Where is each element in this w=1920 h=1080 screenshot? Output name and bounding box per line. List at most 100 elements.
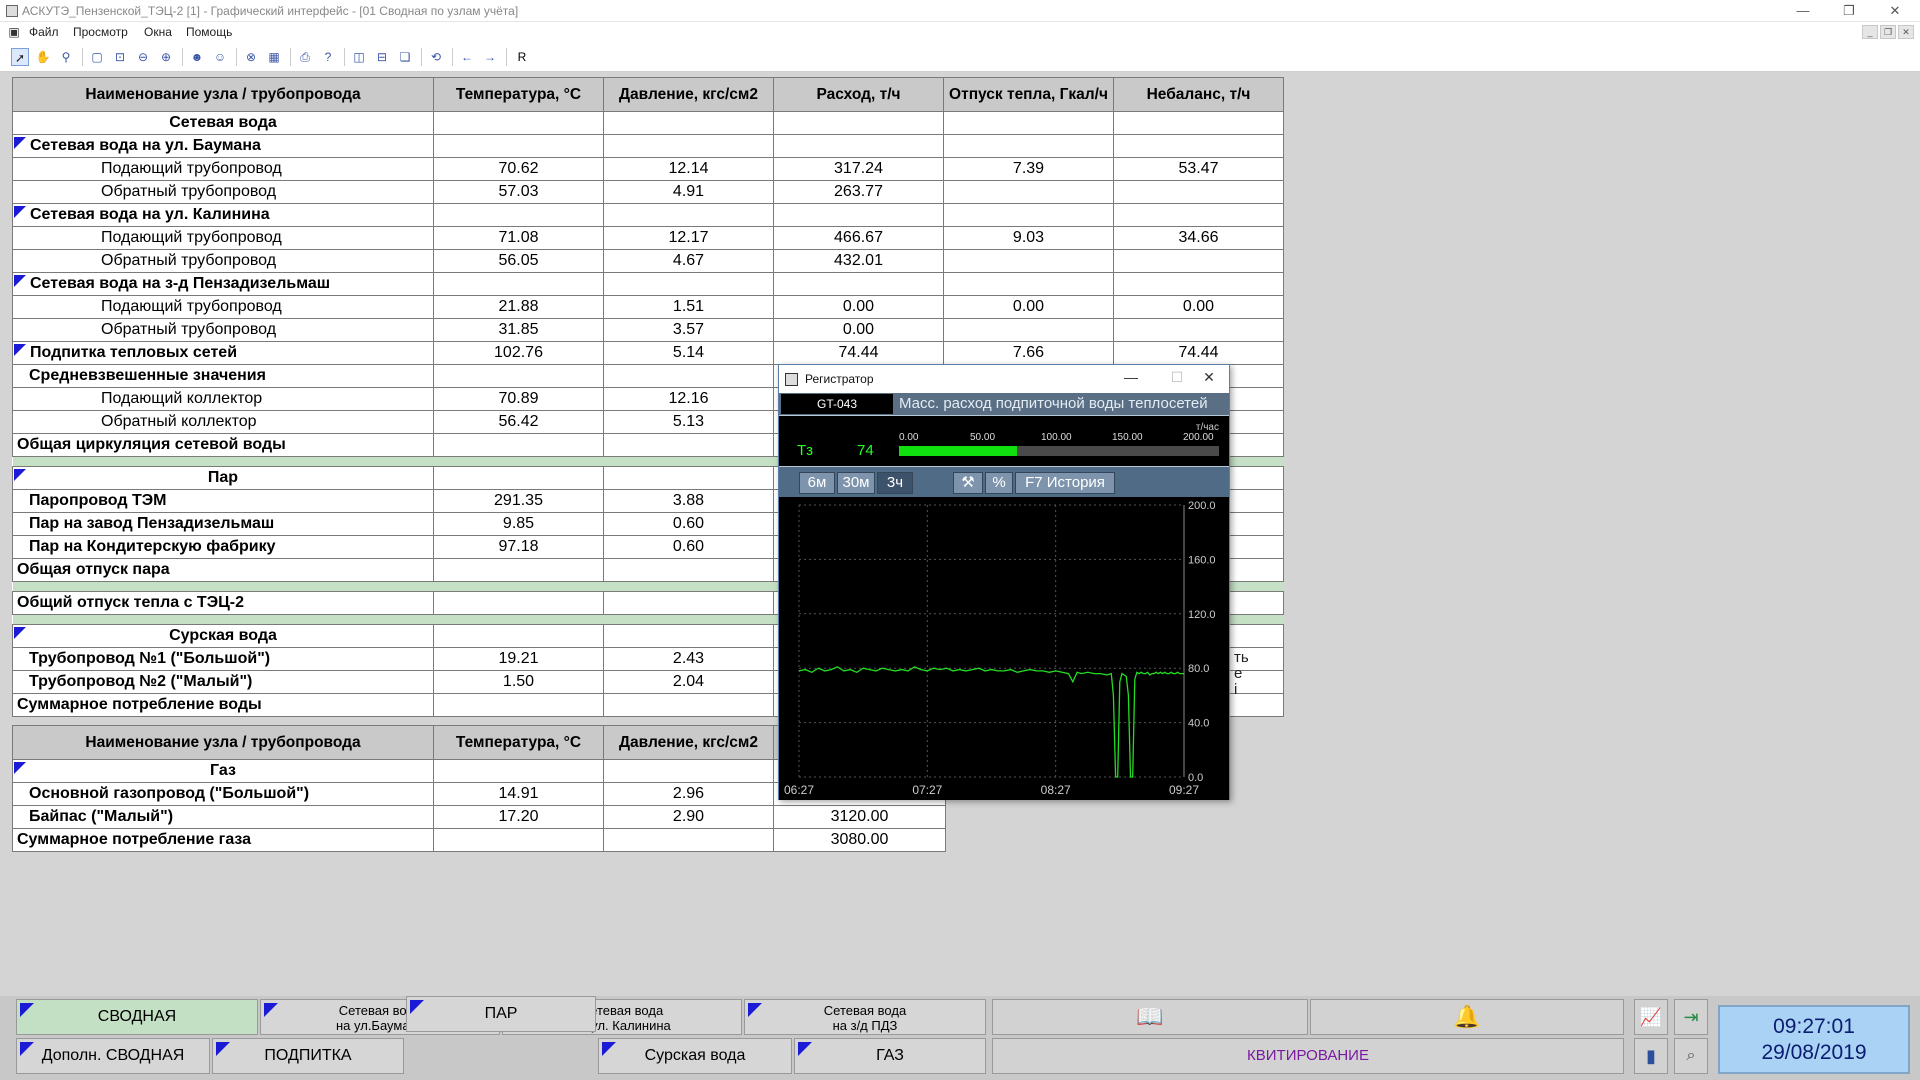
chart-icon: 📈 (1639, 1007, 1663, 1027)
user-tool-icon[interactable]: ☻ (188, 48, 206, 66)
nav-sura-button[interactable]: Сурская вода (598, 1038, 792, 1074)
trends-button[interactable]: 📈 (1634, 999, 1668, 1035)
restore-button[interactable]: ❐ (1826, 0, 1872, 22)
hand-tool-icon[interactable]: ✋ (34, 48, 52, 66)
y-tick-label: 120.0 (1188, 609, 1216, 621)
mdi-close-button[interactable]: ✕ (1898, 25, 1914, 39)
magnifier-icon[interactable]: ⚲ (57, 48, 75, 66)
users-tool-icon[interactable]: ☺ (211, 48, 229, 66)
y-tick-label: 80.0 (1188, 663, 1209, 675)
link-marker-icon (264, 1003, 278, 1017)
zoom-1to1-icon[interactable]: ▢ (88, 48, 106, 66)
window-titlebar: АСКУТЭ_Пензенской_ТЭЦ-2 [1] - Графически… (0, 0, 1920, 22)
search-button[interactable]: ⌕ (1674, 1038, 1708, 1074)
cascade-windows-icon[interactable]: ❏ (396, 48, 414, 66)
exit-button[interactable]: ⇥ (1674, 999, 1708, 1035)
link-marker-icon (216, 1042, 230, 1056)
minimize-button[interactable]: — (1780, 0, 1826, 22)
link-marker-icon (14, 206, 26, 218)
x-tick-label: 08:27 (1041, 783, 1071, 797)
menu-file[interactable]: Файл (29, 25, 59, 39)
group-label[interactable]: Подпитка тепловых сетей (12, 341, 434, 365)
acknowledge-button[interactable]: КВИТИРОВАНИЕ (992, 1038, 1624, 1074)
level-bar (899, 446, 1219, 456)
link-marker-icon (14, 344, 26, 356)
section-label[interactable]: Пар (12, 466, 434, 490)
current-value-panel: Тз 74 т/час 0.00 50.00 100.00 150.00 200… (779, 416, 1229, 466)
split-vertical-icon[interactable]: ◫ (350, 48, 368, 66)
exit-door-icon: ⇥ (1683, 1007, 1699, 1027)
table-row: Байпас ("Малый") 17.20 2.90 3120.00 (12, 805, 946, 829)
mdi-document-icon[interactable]: ▣ (7, 25, 21, 39)
book-icon: ▮ (1646, 1046, 1656, 1066)
recorder-app-icon (785, 373, 798, 386)
alarm-button[interactable]: 🔔 (1310, 999, 1624, 1035)
menu-help[interactable]: Помощь (186, 25, 232, 39)
range-30m-button[interactable]: 30м (837, 472, 875, 494)
nav-extra-summary-button[interactable]: Дополн. СВОДНАЯ (16, 1038, 210, 1074)
recorder-window[interactable]: Регистратор — ☐ ✕ GT-043 Масс. расход по… (778, 364, 1230, 800)
section-label[interactable]: Сурская вода (12, 624, 434, 648)
group-row-makeup[interactable]: Подпитка тепловых сетей 102.76 5.14 74.4… (12, 341, 1284, 365)
window-title: АСКУТЭ_Пензенской_ТЭЦ-2 [1] - Графически… (22, 4, 519, 18)
menu-view[interactable]: Просмотр (73, 25, 128, 39)
link-marker-icon (20, 1042, 34, 1056)
help-icon[interactable]: ? (319, 48, 337, 66)
close-button[interactable]: ✕ (1872, 0, 1918, 22)
scale-label: 200.00 (1183, 432, 1214, 443)
journal-icon: 📖 (1136, 1004, 1164, 1029)
menu-windows[interactable]: Окна (144, 25, 172, 39)
zoom-in-icon[interactable]: ⊕ (157, 48, 175, 66)
menu-bar: ▣ Файл Просмотр Окна Помощь _ ❐ ✕ (0, 22, 1920, 42)
nav-pdz-button[interactable]: Сетевая вода на з/д ПДЗ (744, 999, 986, 1035)
link-marker-icon (14, 762, 26, 774)
group-label[interactable]: Сетевая вода на ул. Баумана (12, 134, 434, 158)
forward-arrow-icon[interactable]: → (481, 48, 499, 66)
back-arrow-icon[interactable]: ← (458, 48, 476, 66)
recorder-close-button[interactable]: ✕ (1194, 369, 1224, 386)
link-marker-icon (14, 469, 26, 481)
refresh-windows-icon[interactable]: ⟲ (427, 48, 445, 66)
percent-button[interactable]: % (985, 472, 1013, 494)
table-view-icon[interactable]: ▦ (265, 48, 283, 66)
link-marker-icon (410, 1000, 424, 1014)
binoculars-icon[interactable]: ⊗ (242, 48, 260, 66)
journal-button[interactable]: 📖 (992, 999, 1308, 1035)
history-button[interactable]: F7 История (1015, 472, 1115, 494)
section-label[interactable]: Газ (12, 759, 434, 783)
link-marker-icon (14, 275, 26, 287)
mdi-minimize-button[interactable]: _ (1862, 25, 1878, 39)
pointer-tool-icon[interactable]: ➚ (11, 48, 29, 66)
header-heat: Отпуск тепла, Гкал/ч (943, 77, 1114, 112)
group-row-baumana[interactable]: Сетевая вода на ул. Баумана (12, 134, 1284, 158)
group-row-pdz[interactable]: Сетевая вода на з-д Пензадизельмаш (12, 272, 1284, 296)
range-6m-button[interactable]: 6м (799, 472, 835, 494)
nav-summary-button[interactable]: СВОДНАЯ (16, 999, 258, 1035)
scale-label: 100.00 (1041, 432, 1072, 443)
reports-button[interactable]: ▮ (1634, 1038, 1668, 1074)
link-marker-icon (798, 1042, 812, 1056)
link-marker-icon (602, 1042, 616, 1056)
variable-name: Тз (797, 442, 814, 459)
trend-chart[interactable]: 200.0 160.0 120.0 80.0 40.0 0.0 06:27 07:27 08:2… (779, 497, 1229, 800)
zoom-fit-icon[interactable]: ⊡ (111, 48, 129, 66)
y-tick-label: 160.0 (1188, 554, 1216, 566)
nav-gas-button[interactable]: ГАЗ (794, 1038, 986, 1074)
y-tick-label: 200.0 (1188, 500, 1216, 512)
table-row: Обратный трубопровод 56.05 4.67 432.01 (12, 249, 1284, 273)
group-label[interactable]: Сетевая вода на з-д Пензадизельмаш (12, 272, 434, 296)
group-row-kalinina[interactable]: Сетевая вода на ул. Калинина (12, 203, 1284, 227)
recorder-titlebar[interactable]: Регистратор — ☐ ✕ (779, 365, 1229, 393)
range-3h-button[interactable]: 3ч (877, 472, 913, 494)
print-icon[interactable]: ⎙ (296, 48, 314, 66)
nav-makeup-button[interactable]: ПОДПИТКА (212, 1038, 404, 1074)
split-horizontal-icon[interactable]: ⊟ (373, 48, 391, 66)
r-button[interactable]: R (513, 48, 531, 66)
recorder-minimize-button[interactable]: — (1116, 369, 1146, 385)
pin-tool-button[interactable]: ⚒ (953, 472, 983, 494)
zoom-out-icon[interactable]: ⊖ (134, 48, 152, 66)
group-label[interactable]: Сетевая вода на ул. Калинина (12, 203, 434, 227)
nav-steam-button[interactable]: ПАР (406, 996, 596, 1032)
mdi-restore-button[interactable]: ❐ (1880, 25, 1896, 39)
recorder-controls: 6м 30м 3ч ⚒ % F7 История (779, 467, 1229, 497)
